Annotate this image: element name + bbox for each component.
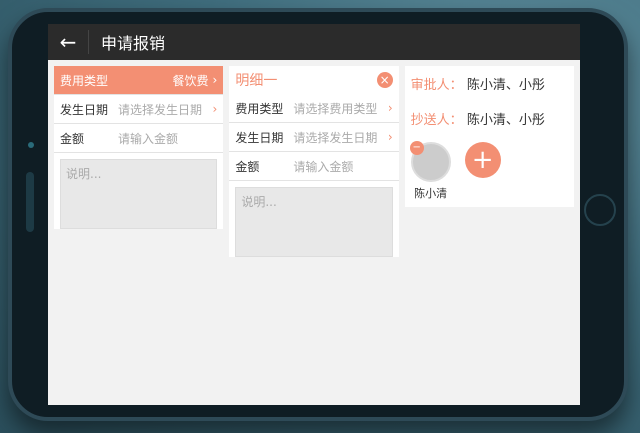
expense-type-row[interactable]: 费用类型 请选择费用类型 › — [229, 94, 399, 123]
chevron-right-icon: › — [212, 102, 218, 116]
detail-section: 费用类型 餐饮费 › 发生日期 请选择发生日期 › 金额 请输入金额 说明... — [54, 66, 224, 229]
date-label: 发生日期 — [60, 102, 109, 117]
detail-title: 明细一 — [235, 73, 278, 89]
delete-icon[interactable]: × — [376, 72, 393, 88]
approver-value: 陈小清、小彤 — [466, 78, 545, 93]
date-row[interactable]: 发生日期 请选择发生日期 › — [229, 123, 399, 152]
amount-row[interactable]: 金额 请输入金额 — [54, 124, 224, 153]
expense-type-value: 餐饮费 — [172, 73, 209, 88]
date-placeholder: 请选择发生日期 — [293, 130, 378, 145]
avatar[interactable]: − — [409, 141, 451, 182]
amount-label: 金额 — [235, 159, 260, 174]
amount-label: 金额 — [60, 131, 85, 146]
approver-label: 审批人： — [410, 78, 463, 93]
note-input[interactable]: 说明... — [235, 187, 393, 257]
chevron-right-icon: › — [212, 73, 218, 87]
detail-section-1: 明细一 × 费用类型 请选择费用类型 › 发生日期 请选择发生日期 › 金额 请… — [229, 66, 399, 257]
avatar-name: 陈小清 — [414, 187, 448, 200]
camera — [28, 142, 34, 148]
date-placeholder: 请选择发生日期 — [118, 102, 203, 117]
approver-row[interactable]: 审批人： 陈小清、小彤 — [405, 66, 574, 101]
chevron-right-icon: › — [387, 101, 393, 115]
remove-icon[interactable]: − — [409, 141, 424, 155]
page-title: 申请报销 — [101, 34, 166, 53]
phone: ← 申请报销 费用类型 餐饮费 › 发生日期 请选择发生日期 › 金额 请输入金… — [8, 8, 628, 421]
expense-type-row[interactable]: 费用类型 餐饮费 › — [54, 66, 224, 95]
amount-input[interactable]: 请输入金额 — [118, 130, 217, 147]
amount-row[interactable]: 金额 请输入金额 — [229, 152, 399, 181]
chevron-right-icon: › — [387, 130, 393, 144]
home-button[interactable] — [584, 194, 616, 226]
date-label: 发生日期 — [235, 130, 284, 145]
arrow-left-icon[interactable]: ← — [48, 30, 89, 54]
expense-type-placeholder: 请选择费用类型 — [293, 101, 378, 116]
screen: ← 申请报销 费用类型 餐饮费 › 发生日期 请选择发生日期 › 金额 请输入金… — [48, 24, 580, 405]
people-section: 审批人： 陈小清、小彤 抄送人： 陈小清、小彤 − 陈小清 + — [404, 66, 574, 207]
note-input[interactable]: 说明... — [60, 159, 218, 229]
speaker — [26, 172, 34, 232]
cc-row[interactable]: 抄送人： 陈小清、小彤 — [405, 101, 574, 136]
top-bar: ← 申请报销 — [48, 24, 580, 60]
expense-type-label: 费用类型 — [60, 73, 109, 88]
cc-label: 抄送人： — [410, 113, 463, 128]
add-person-button[interactable]: + — [464, 142, 501, 178]
expense-type-label: 费用类型 — [235, 101, 284, 116]
date-row[interactable]: 发生日期 请选择发生日期 › — [54, 95, 224, 124]
amount-input[interactable]: 请输入金额 — [293, 158, 392, 175]
cc-value: 陈小清、小彤 — [466, 113, 545, 128]
